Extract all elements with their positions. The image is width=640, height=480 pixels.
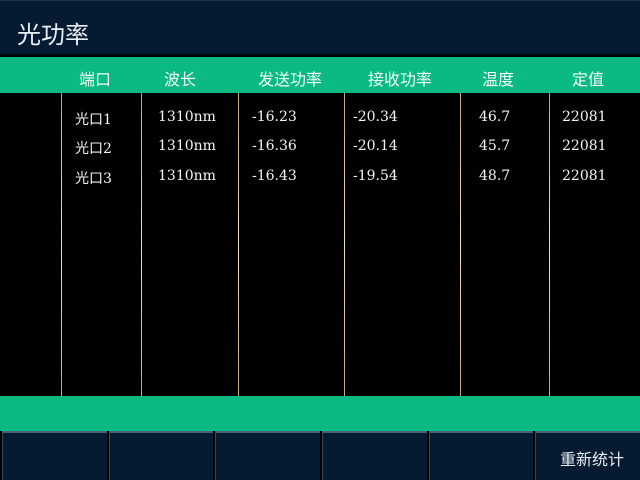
table-cell: -16.43 (252, 168, 297, 184)
function-key-2[interactable] (108, 431, 214, 480)
function-key-3[interactable] (215, 431, 321, 480)
table-cell: 1310nm (158, 168, 216, 184)
table-body: 光口1 1310nm -16.23 -20.34 46.7 22081 光口2 1310nm -… (0, 93, 640, 396)
table-header: 端口 波长 发送功率 接收功率 温度 定值 (0, 57, 640, 93)
page-title: 光功率 (17, 21, 89, 49)
column-divider (238, 93, 239, 396)
function-key-1[interactable] (2, 431, 107, 480)
column-divider (460, 93, 461, 396)
column-divider (549, 93, 550, 396)
table-cell: 22081 (562, 109, 607, 125)
function-key-5[interactable] (428, 431, 534, 480)
column-header: 端口 (78, 70, 112, 89)
table-cell: -16.36 (252, 138, 297, 154)
column-header: 波长 (163, 70, 197, 89)
table-cell: -20.14 (353, 138, 398, 154)
table-cell: -16.23 (252, 109, 297, 125)
function-key-4[interactable] (322, 431, 427, 480)
column-divider (141, 93, 142, 396)
table-cell: -19.54 (353, 168, 398, 184)
table-cell: 1310nm (158, 138, 216, 154)
table-cell: 48.7 (479, 168, 511, 184)
column-header: 发送功率 (257, 70, 323, 89)
table-cell: 46.7 (479, 109, 511, 125)
recount-button[interactable]: 重新统计 (535, 431, 640, 480)
table-cell: 1310nm (158, 109, 216, 125)
table-cell: -20.34 (353, 109, 398, 125)
title-bar: 光功率 (0, 0, 640, 55)
table-cell: 22081 (562, 138, 607, 154)
column-header: 温度 (481, 70, 515, 89)
table-cell: 45.7 (479, 138, 511, 154)
table-cell: 22081 (562, 168, 607, 184)
column-header: 接收功率 (367, 70, 433, 89)
status-bar (0, 396, 640, 431)
table-cell: 光口1 (75, 112, 112, 128)
function-key-bar: 重新统计 (0, 431, 640, 480)
table-cell: 光口2 (75, 141, 112, 157)
column-divider (344, 93, 345, 396)
table-cell: 光口3 (75, 171, 112, 187)
column-header: 定值 (571, 70, 605, 89)
button-label: 重新统计 (560, 450, 625, 469)
column-divider (61, 93, 62, 396)
